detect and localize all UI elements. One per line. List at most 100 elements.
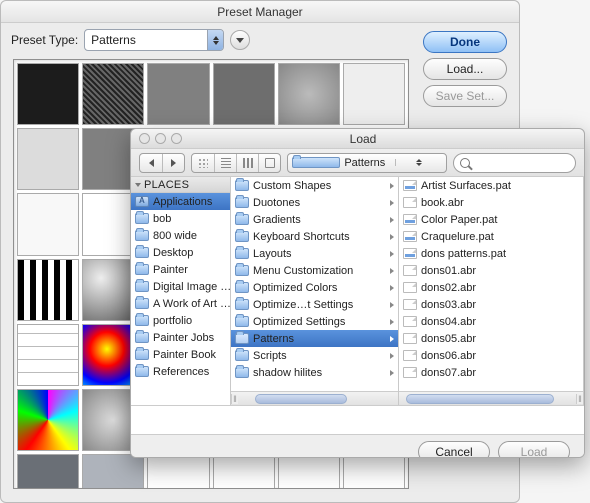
file-row[interactable]: dons03.abr (399, 296, 583, 313)
file-row[interactable]: dons01.abr (399, 262, 583, 279)
folder-row[interactable]: Gradients (231, 211, 398, 228)
sidebar-item[interactable]: Painter (131, 261, 230, 278)
done-button[interactable]: Done (423, 31, 507, 53)
load-footer: Cancel Load (131, 435, 584, 458)
pattern-swatch[interactable] (82, 63, 144, 125)
sidebar-item-label: Painter Book (153, 349, 216, 361)
folder-row[interactable]: Patterns (231, 330, 398, 347)
view-icons-button[interactable] (192, 154, 214, 172)
file-label: dons patterns.pat (421, 248, 506, 260)
sidebar-item[interactable]: Painter Book (131, 346, 230, 363)
pattern-swatch[interactable] (213, 454, 275, 489)
sidebar-item[interactable]: portfolio (131, 312, 230, 329)
save-set-button[interactable]: Save Set... (423, 85, 507, 107)
scroll-thumb[interactable] (406, 394, 553, 404)
pattern-swatch[interactable] (278, 454, 340, 489)
sidebar-item-label: Painter Jobs (153, 332, 214, 344)
chevron-right-icon (171, 159, 176, 167)
preset-manager-title: Preset Manager (1, 1, 519, 23)
folder-row[interactable]: Duotones (231, 194, 398, 211)
view-coverflow-button[interactable] (258, 154, 280, 172)
sidebar-item[interactable]: Painter Jobs (131, 329, 230, 346)
places-header: PLACES (131, 177, 230, 193)
folder-row[interactable]: Optimized Colors (231, 279, 398, 296)
list-icon (221, 158, 231, 168)
file-row[interactable]: Craquelure.pat (399, 228, 583, 245)
view-list-button[interactable] (214, 154, 236, 172)
scroll-handle-right-icon: ‖ (576, 394, 583, 404)
h-scrollbar[interactable]: ‖ (399, 391, 583, 405)
sidebar-item[interactable]: Digital Image … (131, 278, 230, 295)
sidebar-item[interactable]: References (131, 363, 230, 380)
pattern-swatch[interactable] (17, 128, 79, 190)
load-confirm-button[interactable]: Load (498, 441, 570, 458)
chevron-right-icon (390, 370, 394, 376)
file-label: dons07.abr (421, 367, 476, 379)
preset-type-stepper-icon (207, 30, 223, 50)
file-icon (403, 350, 417, 361)
pattern-swatch[interactable] (17, 389, 79, 451)
file-icon (403, 231, 417, 242)
folder-icon (235, 367, 249, 378)
forward-button[interactable] (162, 154, 184, 172)
folder-icon (135, 213, 149, 224)
sidebar-item[interactable]: Desktop (131, 244, 230, 261)
view-columns-button[interactable] (236, 154, 258, 172)
grid-icon (198, 158, 208, 168)
pattern-swatch[interactable] (343, 63, 405, 125)
path-popup[interactable]: Patterns (287, 153, 447, 173)
search-input[interactable] (453, 153, 576, 173)
folder-icon (235, 316, 249, 327)
folder-row[interactable]: Scripts (231, 347, 398, 364)
folder-row[interactable]: Keyboard Shortcuts (231, 228, 398, 245)
back-button[interactable] (140, 154, 162, 172)
sidebar-item[interactable]: A Work of Art … (131, 295, 230, 312)
pattern-swatch[interactable] (278, 63, 340, 125)
pattern-swatch[interactable] (343, 454, 405, 489)
folder-row[interactable]: Menu Customization (231, 262, 398, 279)
folder-label: Custom Shapes (253, 180, 331, 192)
file-row[interactable]: dons05.abr (399, 330, 583, 347)
pattern-swatch[interactable] (17, 454, 79, 489)
file-row[interactable]: dons07.abr (399, 364, 583, 381)
file-row[interactable]: Artist Surfaces.pat (399, 177, 583, 194)
sidebar-item[interactable]: 800 wide (131, 227, 230, 244)
file-row[interactable]: Color Paper.pat (399, 211, 583, 228)
sidebar-item-label: bob (153, 213, 171, 225)
chevron-right-icon (390, 268, 394, 274)
pattern-swatch[interactable] (17, 63, 79, 125)
pattern-swatch[interactable] (213, 63, 275, 125)
scroll-thumb[interactable] (255, 394, 347, 404)
file-label: Artist Surfaces.pat (421, 180, 511, 192)
load-button[interactable]: Load... (423, 58, 507, 80)
chevron-right-icon (390, 319, 394, 325)
cancel-button[interactable]: Cancel (418, 441, 490, 458)
folder-row[interactable]: Custom Shapes (231, 177, 398, 194)
file-row[interactable]: book.abr (399, 194, 583, 211)
folder-row[interactable]: Layouts (231, 245, 398, 262)
pattern-swatch[interactable] (17, 259, 79, 321)
chevron-right-icon (390, 251, 394, 257)
folder-row[interactable]: Optimize…t Settings (231, 296, 398, 313)
preset-type-select[interactable]: Patterns (84, 29, 224, 51)
folder-row[interactable]: shadow hilites (231, 364, 398, 381)
pattern-swatch[interactable] (82, 454, 144, 489)
pattern-swatch[interactable] (147, 63, 209, 125)
file-row[interactable]: dons06.abr (399, 347, 583, 364)
sidebar-item[interactable]: bob (131, 210, 230, 227)
h-scrollbar[interactable]: ‖ (231, 391, 398, 405)
file-row[interactable]: dons patterns.pat (399, 245, 583, 262)
sidebar-item[interactable]: Applications (131, 193, 230, 210)
file-label: book.abr (421, 197, 464, 209)
folder-label: Optimized Settings (253, 316, 345, 328)
chevron-right-icon (390, 200, 394, 206)
pattern-swatch[interactable] (147, 454, 209, 489)
file-row[interactable]: dons04.abr (399, 313, 583, 330)
file-icon (403, 248, 417, 259)
folder-row[interactable]: Optimized Settings (231, 313, 398, 330)
pattern-swatch[interactable] (17, 193, 79, 255)
file-row[interactable]: dons02.abr (399, 279, 583, 296)
pattern-swatch[interactable] (17, 324, 79, 386)
folder-icon (235, 231, 249, 242)
preset-flyout-button[interactable] (230, 30, 250, 50)
